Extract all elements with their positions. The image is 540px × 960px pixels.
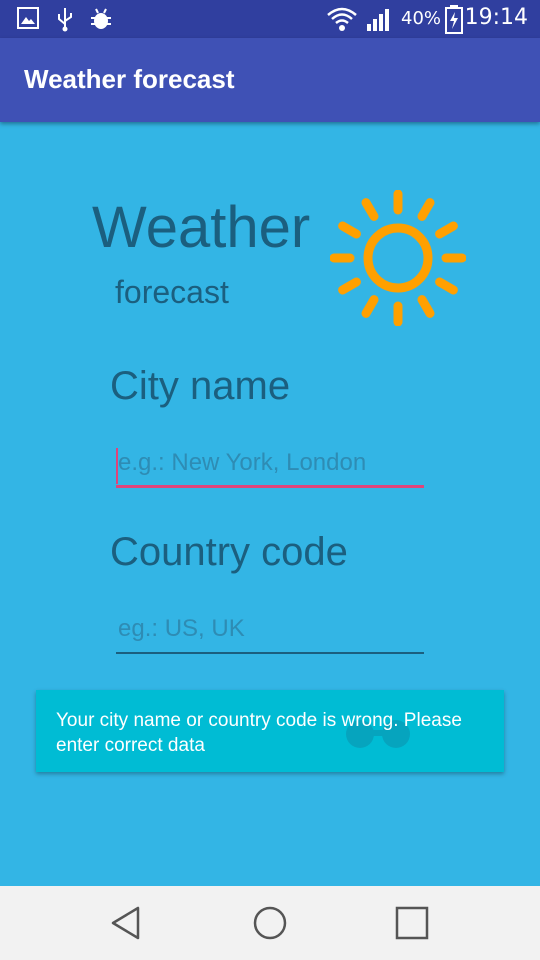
bug-icon	[91, 8, 111, 29]
logo-title: Weather	[92, 195, 311, 260]
battery-charging-icon	[445, 5, 463, 34]
country-code-input[interactable]	[116, 610, 424, 654]
error-toast: Your city name or country code is wrong.…	[36, 690, 504, 772]
app-title: Weather forecast	[24, 64, 235, 94]
wifi-icon	[327, 7, 357, 31]
signal-icon	[367, 9, 389, 31]
main-content: Weather forecast City name Country code	[0, 122, 540, 886]
status-bar: 40% 19:14	[0, 0, 540, 38]
back-icon	[111, 906, 140, 940]
text-cursor	[116, 448, 118, 484]
logo-subtitle: forecast	[115, 274, 229, 310]
recents-icon	[395, 906, 429, 940]
country-code-label: Country code	[110, 530, 348, 574]
sun-icon	[330, 190, 466, 326]
clock: 19:14	[464, 5, 528, 30]
battery-percentage: 40%	[401, 8, 442, 29]
image-icon	[17, 7, 39, 29]
app-bar: Weather forecast	[0, 38, 540, 122]
navigation-bar	[0, 886, 540, 960]
home-button[interactable]	[250, 903, 290, 943]
recents-button[interactable]	[392, 903, 432, 943]
home-icon	[253, 906, 287, 940]
city-name-label: City name	[110, 364, 291, 408]
back-button[interactable]	[106, 903, 146, 943]
city-name-input[interactable]	[116, 444, 424, 488]
usb-icon	[58, 8, 72, 32]
